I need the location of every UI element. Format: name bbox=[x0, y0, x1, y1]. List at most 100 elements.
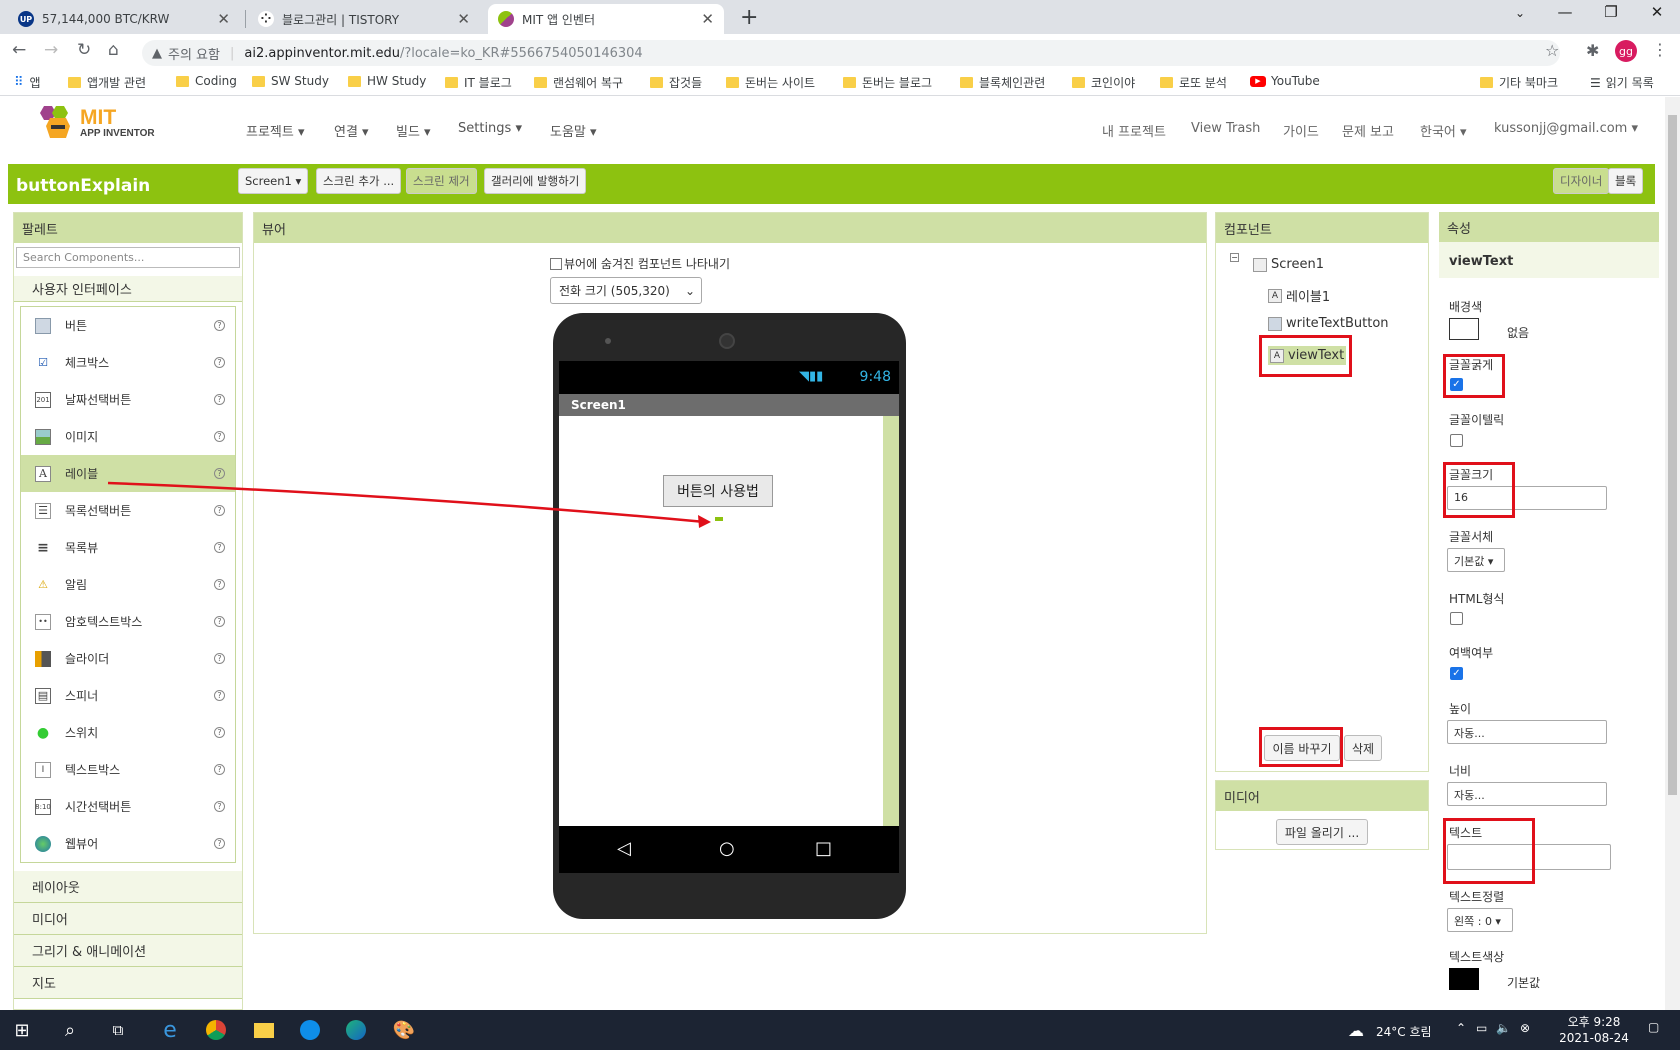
browser-tab-tistory[interactable]: ⁘ 블로그관리 | TISTORY ✕ bbox=[248, 4, 480, 34]
textalign-select[interactable]: 왼쪽 : 0 ▾ bbox=[1447, 908, 1513, 932]
help-icon[interactable]: ? bbox=[214, 838, 225, 849]
help-icon[interactable]: ? bbox=[214, 801, 225, 812]
bookmark-youtube[interactable]: ▶ YouTube bbox=[1250, 74, 1320, 88]
help-icon[interactable]: ? bbox=[214, 764, 225, 775]
menu-project[interactable]: 프로젝트 ▾ bbox=[246, 121, 305, 140]
bookmark-folder[interactable]: 랜섬웨어 복구 bbox=[534, 74, 623, 91]
bookmark-folder[interactable]: 로또 분석 bbox=[1160, 74, 1227, 91]
bookmark-folder[interactable]: 잡것들 bbox=[650, 74, 702, 91]
palette-item-datepicker[interactable]: 201 날짜선택버튼? bbox=[21, 381, 235, 418]
fontitalic-checkbox[interactable] bbox=[1450, 434, 1463, 447]
back-icon[interactable]: ← bbox=[12, 40, 26, 60]
palette-item-image[interactable]: 이미지? bbox=[21, 418, 235, 455]
menu-report-issue[interactable]: 문제 보고 bbox=[1342, 121, 1394, 140]
weather-text[interactable]: 24°C 흐림 bbox=[1376, 1023, 1432, 1040]
bookmark-star-icon[interactable]: ☆ bbox=[1545, 41, 1559, 60]
browser-tab-upbit[interactable]: UP 57,144,000 BTC/KRW ✕ bbox=[8, 4, 240, 34]
scrollbar-thumb[interactable] bbox=[1668, 115, 1677, 795]
volume-icon[interactable]: 🔈 bbox=[1496, 1021, 1511, 1035]
file-explorer-icon[interactable] bbox=[252, 1018, 276, 1042]
close-window-icon[interactable]: ✕ bbox=[1634, 3, 1680, 21]
palette-item-listpicker[interactable]: ☰ 목록선택버튼? bbox=[21, 492, 235, 529]
tab-search-icon[interactable]: ⌄ bbox=[1497, 6, 1543, 20]
bgcolor-swatch[interactable] bbox=[1449, 318, 1479, 340]
show-hidden-checkbox[interactable] bbox=[550, 257, 562, 270]
margin-checkbox[interactable]: ✓ bbox=[1450, 667, 1463, 680]
profile-avatar[interactable]: gg bbox=[1615, 40, 1637, 62]
tree-item-screen1[interactable]: Screen1 bbox=[1253, 257, 1324, 272]
help-icon[interactable]: ? bbox=[214, 542, 225, 553]
bookmark-folder[interactable]: IT 블로그 bbox=[445, 74, 512, 91]
collapse-icon[interactable]: − bbox=[1230, 253, 1239, 262]
browser-menu-icon[interactable]: ⋮ bbox=[1652, 40, 1668, 59]
html-format-checkbox[interactable] bbox=[1450, 612, 1463, 625]
palette-item-notifier[interactable]: ⚠ 알림? bbox=[21, 566, 235, 603]
bookmark-folder[interactable]: 앱개발 관련 bbox=[68, 74, 146, 91]
tree-item-label1[interactable]: A 레이블1 bbox=[1268, 286, 1330, 305]
search-icon[interactable]: ⌕ bbox=[58, 1018, 82, 1042]
browser-tab-app-inventor[interactable]: MIT 앱 인벤터 ✕ bbox=[488, 4, 724, 34]
bookmark-folder[interactable]: 블록체인관련 bbox=[960, 74, 1045, 91]
show-hidden-components[interactable]: 뷰어에 숨겨진 컴포넌트 나타내기 bbox=[550, 255, 730, 272]
help-icon[interactable]: ? bbox=[214, 727, 225, 738]
internet-explorer-icon[interactable]: e bbox=[158, 1018, 182, 1043]
palette-item-slider[interactable]: 슬라이더? bbox=[21, 640, 235, 677]
help-icon[interactable]: ? bbox=[214, 616, 225, 627]
page-scrollbar[interactable] bbox=[1665, 97, 1680, 1010]
phone-size-select[interactable]: 전화 크기 (505,320) ⌄ bbox=[550, 277, 702, 304]
bookmark-folder[interactable]: Coding bbox=[176, 74, 237, 88]
address-bar[interactable]: ▲ 주의 요함 | ai2.appinventor.mit.edu /?loca… bbox=[142, 40, 1560, 66]
help-icon[interactable]: ? bbox=[214, 357, 225, 368]
windows-start-icon[interactable]: ⊞ bbox=[10, 1018, 34, 1042]
help-icon[interactable]: ? bbox=[214, 320, 225, 331]
menu-help[interactable]: 도움말 ▾ bbox=[550, 121, 597, 140]
home-icon[interactable]: ⌂ bbox=[108, 40, 119, 60]
palette-category-layout[interactable]: 레이아웃 bbox=[14, 871, 242, 903]
upload-file-button[interactable]: 파일 올리기 ... bbox=[1276, 819, 1368, 845]
palette-item-passwordtextbox[interactable]: •• 암호텍스트박스? bbox=[21, 603, 235, 640]
add-screen-button[interactable]: 스크린 추가 ... bbox=[316, 168, 402, 194]
restore-icon[interactable]: ❐ bbox=[1588, 3, 1634, 21]
menu-my-projects[interactable]: 내 프로젝트 bbox=[1102, 121, 1166, 140]
help-icon[interactable]: ? bbox=[214, 653, 225, 664]
edge-icon[interactable] bbox=[344, 1018, 368, 1042]
bookmark-folder[interactable]: 코인이야 bbox=[1072, 74, 1135, 91]
palette-item-textbox[interactable]: I 텍스트박스? bbox=[21, 751, 235, 788]
help-icon[interactable]: ? bbox=[214, 431, 225, 442]
palette-item-timepicker[interactable]: 8:10 시간선택버튼? bbox=[21, 788, 235, 825]
palette-item-switch[interactable]: ● 스위치? bbox=[21, 714, 235, 751]
publish-gallery-button[interactable]: 갤러리에 발행하기 bbox=[484, 168, 587, 194]
menu-settings[interactable]: Settings ▾ bbox=[458, 121, 522, 136]
minimize-icon[interactable]: — bbox=[1542, 3, 1588, 21]
help-icon[interactable]: ? bbox=[214, 579, 225, 590]
bookmark-folder-other[interactable]: 기타 북마크 bbox=[1480, 74, 1558, 91]
write-text-button-preview[interactable]: 버튼의 사용법 bbox=[663, 475, 773, 507]
menu-connect[interactable]: 연결 ▾ bbox=[334, 121, 369, 140]
network-icon[interactable]: ▭ bbox=[1476, 1021, 1487, 1035]
close-tab-icon[interactable]: ✕ bbox=[457, 10, 470, 28]
new-tab-icon[interactable]: + bbox=[740, 5, 758, 30]
menu-account[interactable]: kussonjj@gmail.com ▾ bbox=[1494, 121, 1638, 136]
help-icon[interactable]: ? bbox=[214, 394, 225, 405]
palette-item-spinner[interactable]: ▤ 스피너? bbox=[21, 677, 235, 714]
viewtext-label-preview[interactable] bbox=[715, 517, 723, 521]
bookmark-reading-list[interactable]: ☰ 읽기 목록 bbox=[1590, 74, 1654, 91]
palette-item-listview[interactable]: ≡ 목록뷰? bbox=[21, 529, 235, 566]
remove-screen-button[interactable]: 스크린 제거 bbox=[406, 168, 477, 194]
palette-item-button[interactable]: 버튼? bbox=[21, 307, 235, 344]
bookmark-folder[interactable]: 돈버는 사이트 bbox=[726, 74, 815, 91]
bookmark-folder[interactable]: HW Study bbox=[348, 74, 426, 88]
bookmark-folder[interactable]: SW Study bbox=[252, 74, 329, 88]
bookmark-apps[interactable]: ⠿ 앱 bbox=[14, 74, 41, 91]
clock-date[interactable]: 2021-08-24 bbox=[1554, 1031, 1634, 1045]
width-input[interactable]: 자동... bbox=[1447, 782, 1607, 806]
reload-icon[interactable]: ↻ bbox=[77, 40, 91, 60]
designer-button[interactable]: 디자이너 bbox=[1553, 168, 1610, 194]
palette-category-drawing[interactable]: 그리기 & 애니메이션 bbox=[14, 935, 242, 967]
clock-time[interactable]: 오후 9:28 bbox=[1554, 1013, 1634, 1030]
bookmark-folder[interactable]: 돈버는 블로그 bbox=[843, 74, 932, 91]
textcolor-swatch[interactable] bbox=[1449, 968, 1479, 990]
palette-category-media[interactable]: 미디어 bbox=[14, 903, 242, 935]
help-icon[interactable]: ? bbox=[214, 690, 225, 701]
palette-item-webviewer[interactable]: 웹뷰어? bbox=[21, 825, 235, 862]
